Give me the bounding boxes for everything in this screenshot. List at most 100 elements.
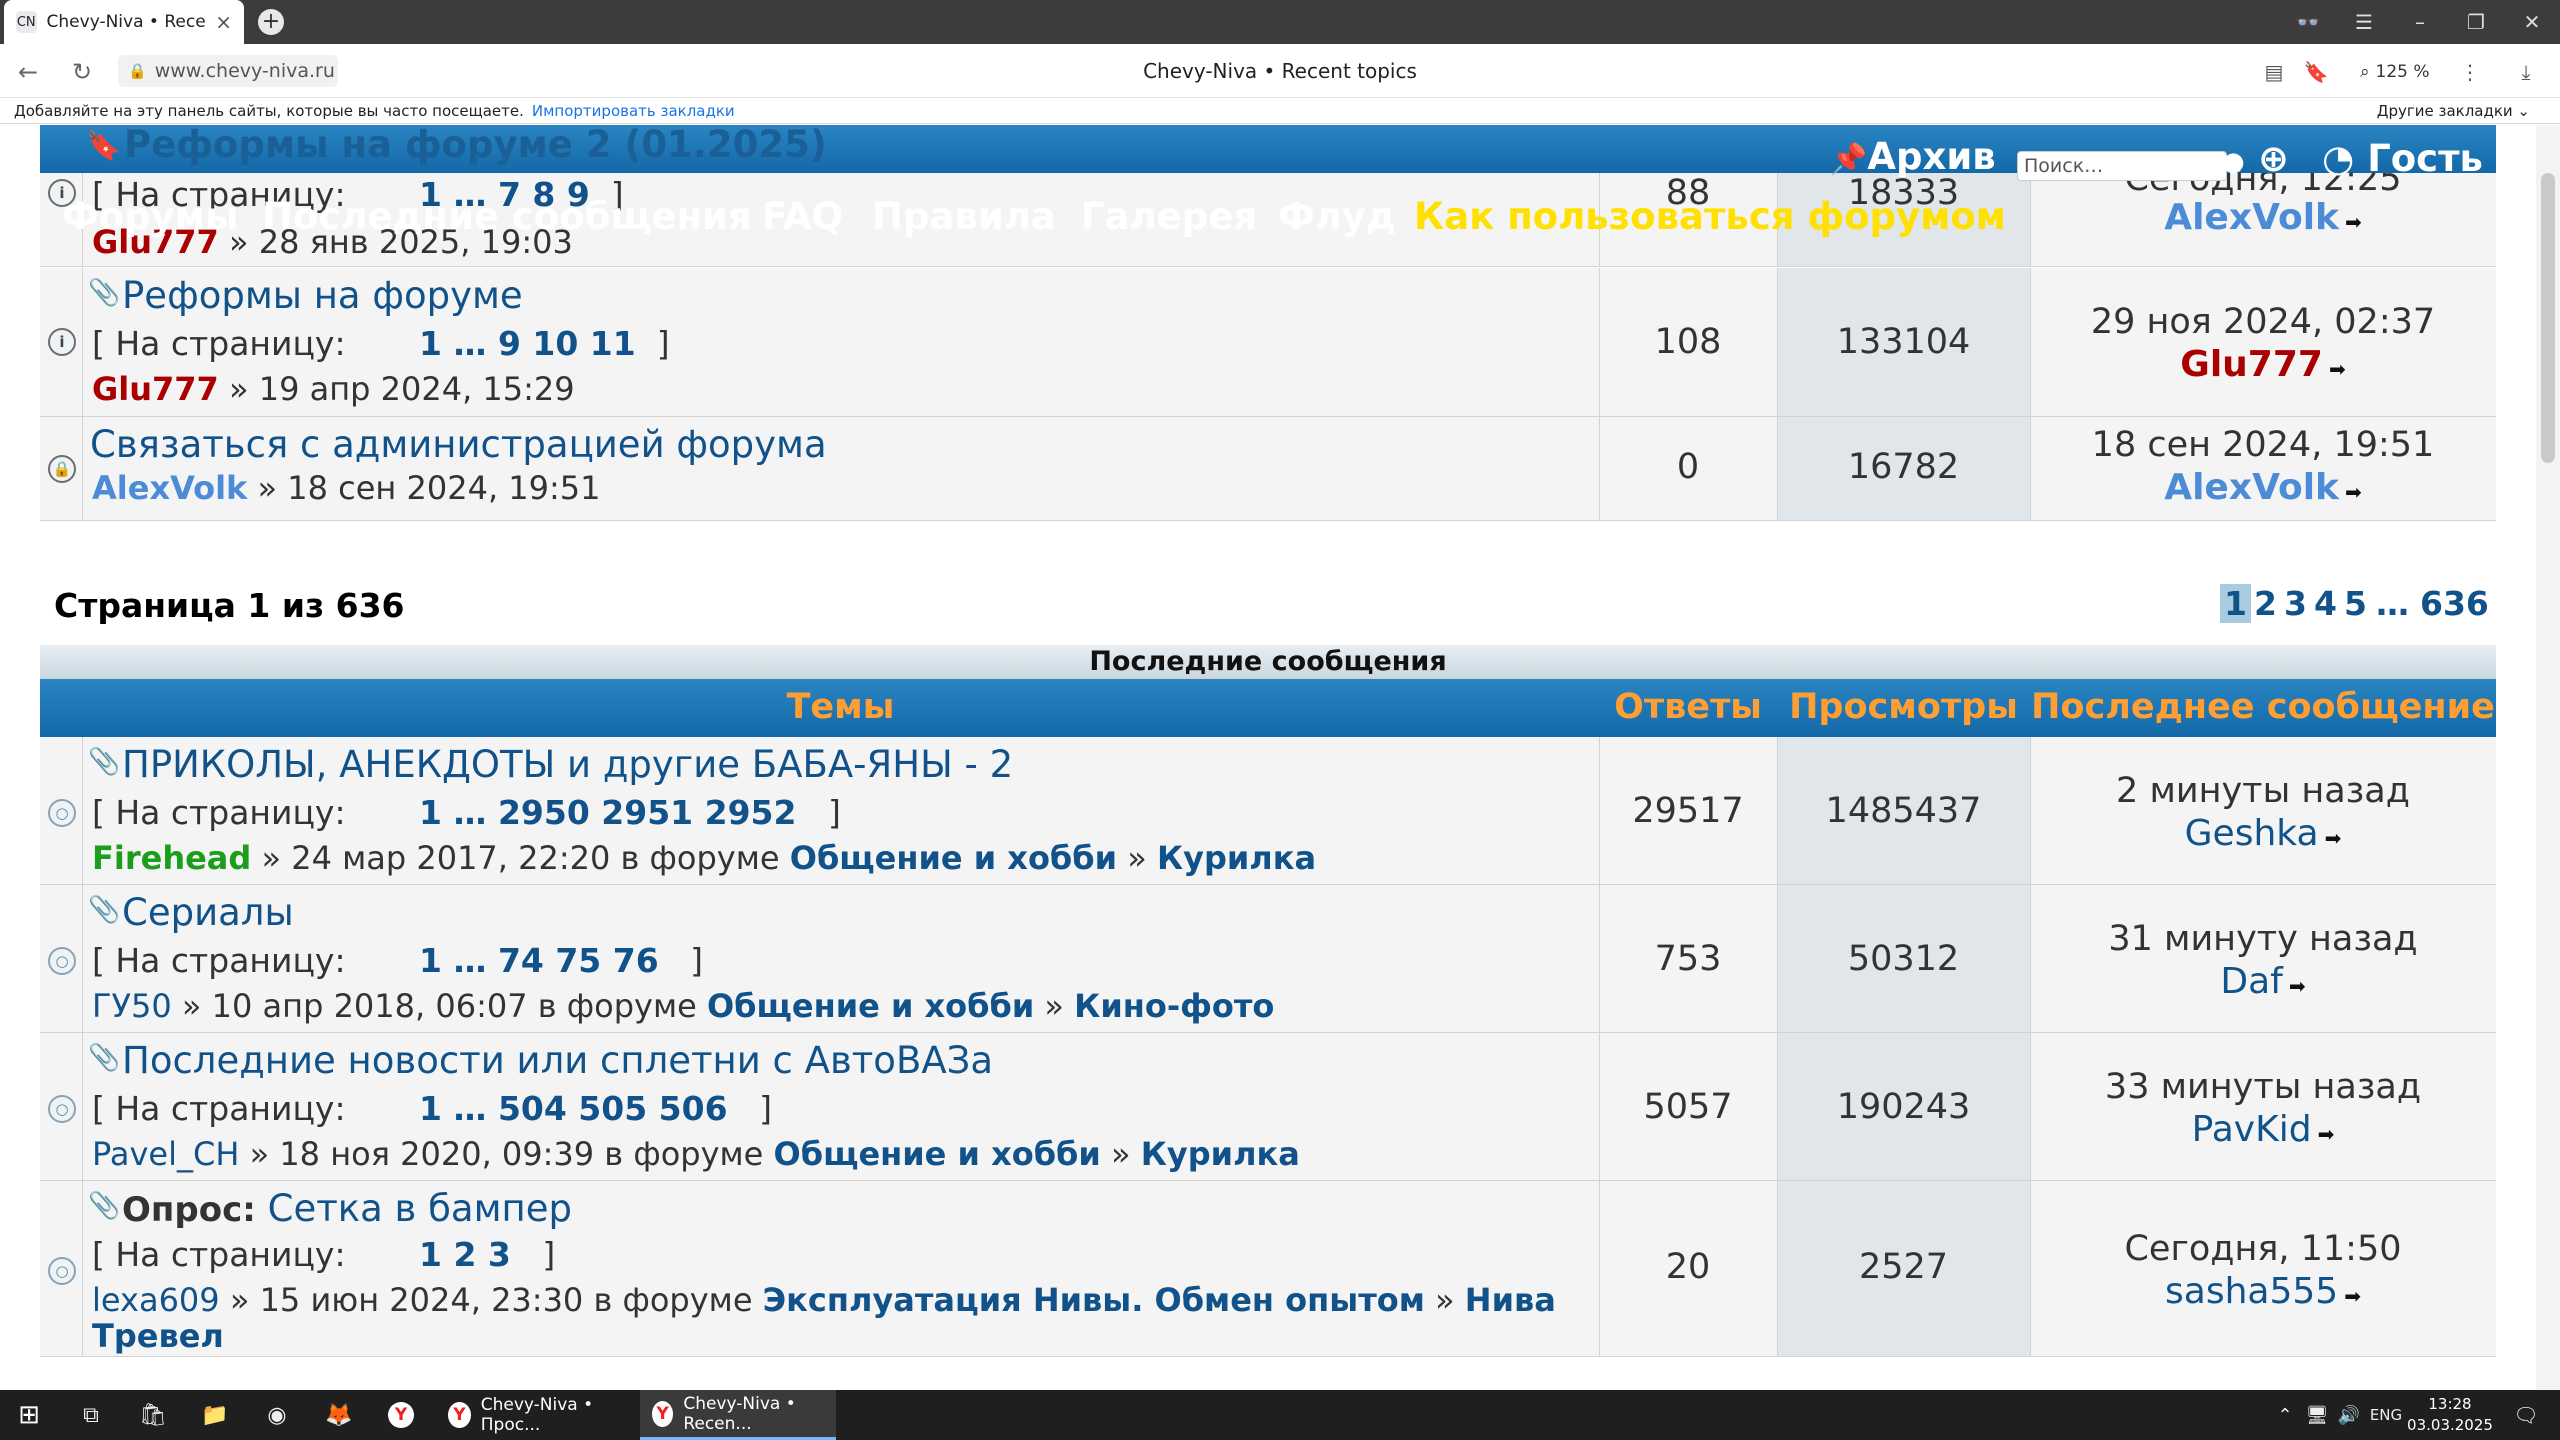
file-explorer-icon[interactable]: 📁: [190, 1390, 240, 1440]
nav-archive[interactable]: 📌Архив: [1830, 135, 1996, 178]
topic-title[interactable]: Реформы на форуме: [122, 274, 523, 317]
goto-last-post-icon[interactable]: ➡: [2344, 1284, 2361, 1308]
forum-link[interactable]: Общение и хобби: [707, 987, 1034, 1025]
forum-link[interactable]: Эксплуатация Нивы. Обмен опытом: [763, 1281, 1425, 1319]
url-field[interactable]: 🔒 www.chevy-niva.ru: [118, 55, 338, 87]
page-link-3[interactable]: 3: [2284, 584, 2307, 623]
search-input[interactable]: Поиск…: [2017, 151, 2227, 181]
nav-flood[interactable]: Флуд: [1278, 195, 1396, 238]
import-bookmarks-link[interactable]: Импортировать закладки: [532, 102, 735, 120]
bookmark-icon[interactable]: 🔖: [2300, 56, 2332, 88]
advanced-search-icon[interactable]: ⊕: [2258, 137, 2289, 180]
close-tab-icon[interactable]: ×: [215, 10, 232, 34]
page-link-4[interactable]: 4: [2314, 584, 2337, 623]
menu-icon[interactable]: ☰: [2336, 0, 2392, 44]
language-indicator[interactable]: ENG: [2364, 1390, 2408, 1440]
subforum-link[interactable]: Курилка: [1141, 1135, 1300, 1173]
nav-rules[interactable]: Правила: [872, 195, 1056, 238]
goto-last-post-icon[interactable]: ➡: [2345, 210, 2362, 234]
forum-link[interactable]: Общение и хобби: [774, 1135, 1101, 1173]
topic-title[interactable]: ПРИКОЛЫ, АНЕКДОТЫ и другие БАБА-ЯНЫ - 2: [122, 743, 1013, 786]
volume-icon[interactable]: 🔊: [2334, 1390, 2364, 1440]
incognito-glasses-icon[interactable]: 👓: [2280, 0, 2336, 44]
close-window-icon[interactable]: ✕: [2504, 0, 2560, 44]
task-view-icon[interactable]: ⧉: [66, 1390, 116, 1440]
page-content: i 📎 Реформы на форуме 2 (01.2025) [ На с…: [0, 125, 2560, 1390]
topic-read-icon: ○: [48, 799, 76, 827]
subforum-link[interactable]: Курилка: [1157, 839, 1316, 877]
topic-title[interactable]: Последние новости или сплетни с АвтоВАЗа: [122, 1039, 993, 1082]
store-icon[interactable]: 🛍: [128, 1390, 178, 1440]
nav-how-to-use[interactable]: Как пользоваться форумом: [1414, 195, 2006, 238]
page-link-2[interactable]: 2: [2254, 584, 2277, 623]
topic-pages: [ На страницу: 1 … 504 505 506 ]: [92, 1089, 772, 1128]
start-windows-icon[interactable]: ⊞: [4, 1390, 54, 1440]
goto-last-post-icon[interactable]: ➡: [2325, 826, 2342, 850]
topic-title[interactable]: Сериалы: [122, 891, 294, 934]
search-dot-icon[interactable]: ●: [2222, 147, 2245, 177]
zoom-indicator[interactable]: ⌕ 125 %: [2360, 56, 2438, 88]
other-bookmarks-button[interactable]: Другие закладки ⌄: [2377, 102, 2530, 120]
page-links[interactable]: 1 … 2950 2951 2952: [419, 793, 796, 832]
page-links[interactable]: 1 … 74 75 76: [419, 941, 659, 980]
reload-icon[interactable]: ↻: [66, 56, 98, 88]
last-post-author[interactable]: Geshka: [2185, 813, 2319, 854]
nav-recent[interactable]: Последние сообщения: [262, 195, 752, 238]
page-links[interactable]: 1 … 504 505 506: [419, 1089, 728, 1128]
attachment-icon: 📎: [88, 747, 121, 777]
taskbar-clock[interactable]: 13:28 03.03.2025: [2405, 1394, 2495, 1436]
last-post-author[interactable]: AlexVolk: [2164, 197, 2339, 238]
browser-tab-active[interactable]: CN Chevy-Niva • Recent to ×: [4, 0, 244, 44]
tray-chevron-icon[interactable]: ⌃: [2270, 1390, 2300, 1440]
topic-title[interactable]: Связаться с администрацией форума: [90, 423, 827, 466]
last-post-author[interactable]: PavKid: [2192, 1109, 2312, 1150]
network-icon[interactable]: 🖥: [2302, 1390, 2332, 1440]
new-tab-button[interactable]: +: [258, 9, 284, 35]
page-link-last[interactable]: 636: [2420, 584, 2489, 623]
nav-forums[interactable]: Форумы: [62, 195, 238, 238]
page-links[interactable]: 1 2 3: [419, 1235, 511, 1274]
topic-author[interactable]: AlexVolk: [92, 469, 247, 507]
goto-last-post-icon[interactable]: ➡: [2318, 1122, 2335, 1146]
nav-gallery[interactable]: Галерея: [1081, 195, 1257, 238]
topic-author[interactable]: Glu777: [92, 370, 219, 408]
goto-last-post-icon[interactable]: ➡: [2329, 357, 2346, 381]
restore-icon[interactable]: ❐: [2448, 0, 2504, 44]
reader-mode-icon[interactable]: ▤: [2258, 56, 2290, 88]
back-arrow-icon[interactable]: ←: [12, 56, 44, 88]
firefox-icon[interactable]: 🦊: [314, 1390, 364, 1440]
topic-author[interactable]: Pavel_CH: [92, 1135, 239, 1173]
last-post-time: Сегодня, 11:50: [2124, 1229, 2402, 1269]
topic-title[interactable]: Опрос: Сетка в бампер: [122, 1187, 572, 1230]
forum-link[interactable]: Общение и хобби: [790, 839, 1117, 877]
guest-menu[interactable]: ◔ Гость ▼: [2322, 137, 2516, 180]
taskbar-app-chevy-2[interactable]: Y Chevy-Niva • Recen...: [640, 1390, 836, 1440]
scrollbar-thumb[interactable]: [2541, 173, 2555, 463]
topic-pages: [ На страницу: 1 2 3 ]: [92, 1235, 556, 1274]
topic-author[interactable]: lexa609: [92, 1281, 220, 1319]
topic-author[interactable]: Firehead: [92, 839, 251, 877]
minimize-icon[interactable]: –: [2392, 0, 2448, 44]
notifications-icon[interactable]: 🗨: [2506, 1390, 2546, 1440]
page-scrollbar[interactable]: [2536, 125, 2560, 1390]
page-links[interactable]: 1 … 9 10 11: [419, 324, 636, 363]
goto-last-post-icon[interactable]: ➡: [2345, 480, 2362, 504]
last-post-author[interactable]: sasha555: [2165, 1271, 2338, 1312]
nav-faq[interactable]: FAQ: [762, 195, 843, 238]
download-icon[interactable]: ⤓: [2510, 56, 2542, 88]
more-vertical-icon[interactable]: ⋮: [2454, 56, 2486, 88]
page-link-5[interactable]: 5: [2344, 584, 2367, 623]
page-link-current[interactable]: 1: [2220, 584, 2251, 623]
edge-icon[interactable]: ◉: [252, 1390, 302, 1440]
last-post-author[interactable]: AlexVolk: [2164, 467, 2339, 508]
yandex-browser-icon[interactable]: Y: [376, 1390, 426, 1440]
last-post-author[interactable]: Glu777: [2180, 344, 2323, 385]
taskbar-app-chevy-1[interactable]: Y Chevy-Niva • Прос...: [436, 1390, 636, 1440]
subforum-link[interactable]: Кино-фото: [1074, 987, 1274, 1025]
last-post-author[interactable]: Daf: [2220, 961, 2282, 1002]
subforum-link[interactable]: Нива: [1465, 1281, 1556, 1319]
subforum-link-continued[interactable]: Тревел: [92, 1317, 224, 1355]
bookmarks-bar: Добавляйте на эту панель сайты, которые …: [0, 98, 2560, 124]
topic-author[interactable]: ГУ50: [92, 987, 172, 1025]
goto-last-post-icon[interactable]: ➡: [2289, 974, 2306, 998]
